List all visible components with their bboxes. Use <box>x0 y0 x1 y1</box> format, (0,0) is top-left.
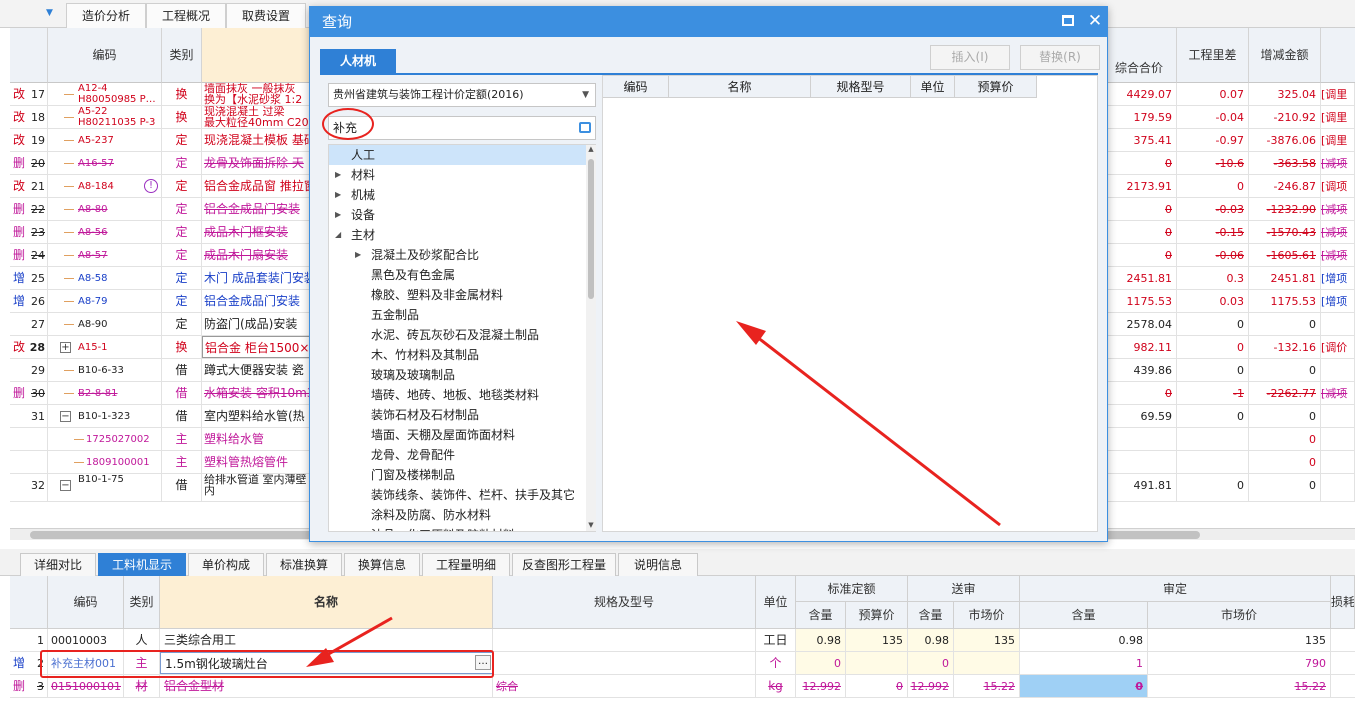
arrow-line-1 <box>747 328 1001 527</box>
arrow-head-2 <box>306 648 334 667</box>
annotation-arrows <box>306 321 1001 667</box>
